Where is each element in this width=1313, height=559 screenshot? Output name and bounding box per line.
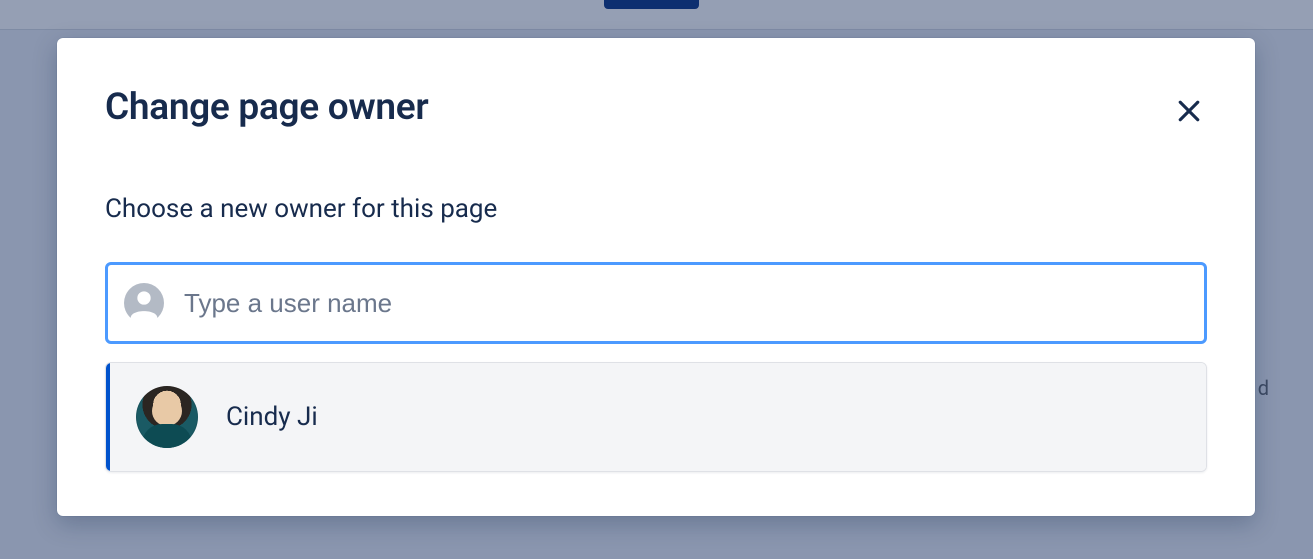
- field-label: Choose a new owner for this page: [105, 194, 1207, 224]
- change-owner-modal: Change page owner Choose a new owner for…: [57, 38, 1255, 516]
- close-button[interactable]: [1165, 88, 1213, 136]
- user-search-field[interactable]: [105, 262, 1207, 344]
- user-suggestion-name: Cindy Ji: [226, 402, 318, 432]
- topbar-active-indicator: [604, 0, 699, 9]
- user-suggestion-dropdown: Cindy Ji: [105, 362, 1207, 472]
- avatar: [136, 386, 198, 448]
- modal-title: Change page owner: [105, 86, 428, 129]
- background-partial-text: d: [1258, 376, 1269, 400]
- user-icon: [124, 283, 164, 323]
- user-search-input[interactable]: [184, 288, 1188, 319]
- user-suggestion-item[interactable]: Cindy Ji: [106, 363, 1206, 471]
- close-icon: [1174, 96, 1204, 129]
- modal-header: Change page owner: [105, 86, 1207, 136]
- app-topbar: [0, 0, 1313, 30]
